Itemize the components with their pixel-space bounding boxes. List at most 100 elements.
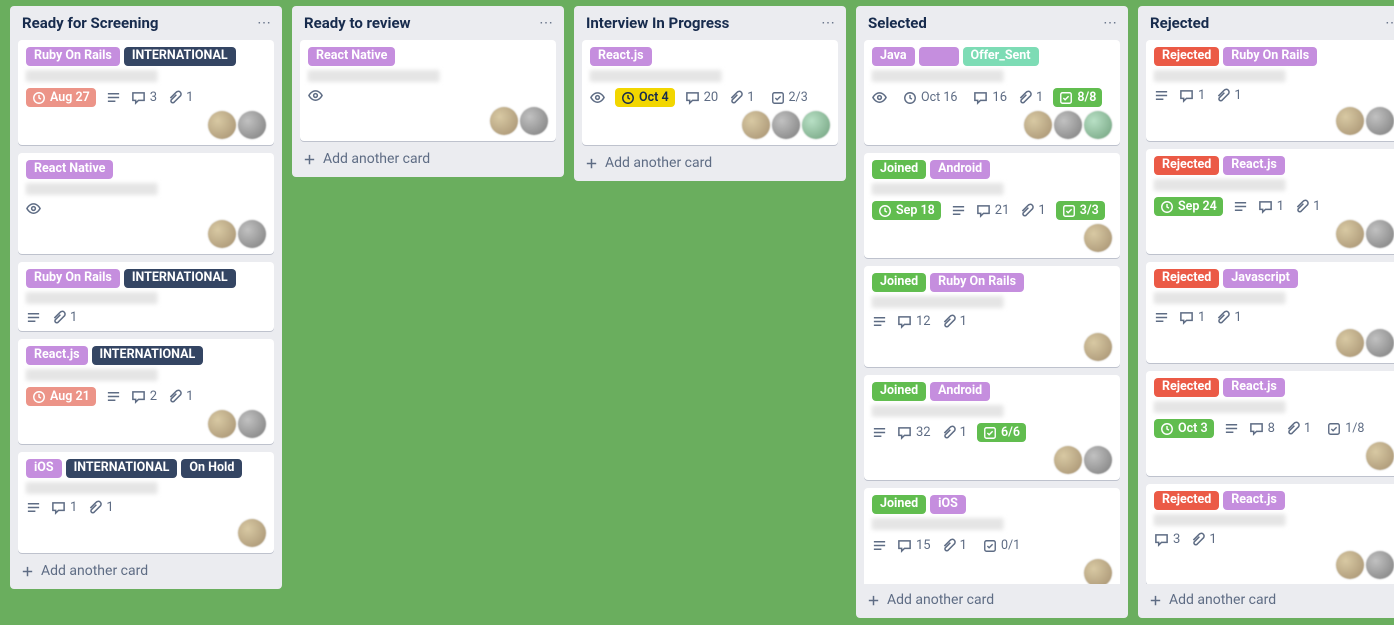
avatar[interactable] <box>1024 111 1052 139</box>
avatar[interactable] <box>1054 111 1082 139</box>
due-date-badge[interactable]: Aug 21 <box>26 387 96 406</box>
card-label[interactable]: Joined <box>872 495 926 514</box>
due-date-badge[interactable]: Oct 16 <box>897 88 963 107</box>
avatar[interactable] <box>208 220 236 248</box>
card-label[interactable]: Java <box>872 47 915 66</box>
avatar[interactable] <box>772 111 800 139</box>
add-card-button[interactable]: Add another card <box>10 555 282 589</box>
card-label[interactable]: React Native <box>308 47 395 66</box>
add-card-button[interactable]: Add another card <box>856 584 1128 618</box>
avatar[interactable] <box>520 107 548 135</box>
avatar[interactable] <box>742 111 770 139</box>
card-label[interactable]: Joined <box>872 382 926 401</box>
card-label[interactable]: Joined <box>872 160 926 179</box>
card[interactable]: RejectedReact.js Sep 2411 <box>1146 149 1394 254</box>
avatar[interactable] <box>1336 551 1364 579</box>
card-label[interactable]: INTERNATIONAL <box>124 269 236 288</box>
avatar[interactable] <box>1336 107 1364 135</box>
card-label[interactable]: React.js <box>1223 156 1285 175</box>
card-label[interactable]: INTERNATIONAL <box>92 346 204 365</box>
card-label[interactable]: INTERNATIONAL <box>124 47 236 66</box>
avatar[interactable] <box>1084 446 1112 474</box>
due-date-badge[interactable]: Sep 18 <box>872 201 941 220</box>
card[interactable]: Ruby On RailsINTERNATIONAL Aug 2731 <box>18 40 274 145</box>
avatar[interactable] <box>1084 559 1112 584</box>
card-label[interactable]: Rejected <box>1154 156 1219 175</box>
add-card-button[interactable]: Add another card <box>292 143 564 177</box>
card-label[interactable]: Rejected <box>1154 491 1219 510</box>
card-label[interactable]: Ruby On Rails <box>26 47 120 66</box>
card-label[interactable]: React.js <box>1223 491 1285 510</box>
avatar[interactable] <box>238 519 266 547</box>
add-card-button[interactable]: Add another card <box>574 147 846 181</box>
avatar[interactable] <box>1336 220 1364 248</box>
card[interactable]: JoinedRuby On Rails 121 <box>864 266 1120 367</box>
avatar[interactable] <box>802 111 830 139</box>
list-menu-icon[interactable]: ⋯ <box>821 15 836 31</box>
list-menu-icon[interactable]: ⋯ <box>1103 15 1118 31</box>
avatar[interactable] <box>1366 442 1394 470</box>
list-menu-icon[interactable]: ⋯ <box>257 15 272 31</box>
card-label[interactable]: Ruby On Rails <box>930 273 1024 292</box>
list-title[interactable]: Ready for Screening <box>22 14 158 32</box>
card-label[interactable]: Ruby On Rails <box>1223 47 1317 66</box>
avatar[interactable] <box>238 220 266 248</box>
card-label[interactable]: Android <box>930 160 990 179</box>
card-label[interactable]: Android <box>930 382 990 401</box>
due-date-badge[interactable]: Oct 4 <box>615 88 675 107</box>
card-label[interactable]: React Native <box>26 160 113 179</box>
due-date-badge[interactable]: Oct 3 <box>1154 419 1214 438</box>
card[interactable]: RejectedJavascript 11 <box>1146 262 1394 363</box>
avatar[interactable] <box>238 410 266 438</box>
card-label[interactable]: Rejected <box>1154 269 1219 288</box>
card[interactable]: RejectedReact.js Oct 3811/8 <box>1146 371 1394 476</box>
avatar[interactable] <box>208 410 236 438</box>
list-title[interactable]: Ready to review <box>304 14 411 32</box>
card-label[interactable]: React.js <box>590 47 652 66</box>
card-label[interactable]: Rejected <box>1154 47 1219 66</box>
card-label[interactable]: INTERNATIONAL <box>66 459 178 478</box>
list-title[interactable]: Selected <box>868 14 927 32</box>
card-label[interactable]: iOS <box>26 459 62 478</box>
due-date-badge[interactable]: Aug 27 <box>26 88 96 107</box>
list-menu-icon[interactable]: ⋯ <box>539 15 554 31</box>
card[interactable]: JoinedAndroid 3216/6 <box>864 375 1120 480</box>
card[interactable]: Ruby On RailsINTERNATIONAL 1 <box>18 262 274 331</box>
avatar[interactable] <box>1084 333 1112 361</box>
card-label[interactable]: React.js <box>1223 378 1285 397</box>
card[interactable]: JoinedAndroid Sep 182113/3 <box>864 153 1120 258</box>
avatar[interactable] <box>1366 329 1394 357</box>
due-date-badge[interactable]: Sep 24 <box>1154 197 1223 216</box>
card[interactable]: React Native <box>18 153 274 254</box>
avatar[interactable] <box>490 107 518 135</box>
avatar[interactable] <box>1336 329 1364 357</box>
card-label[interactable] <box>919 47 959 66</box>
card[interactable]: JavaOffer_Sent Oct 161618/8 <box>864 40 1120 145</box>
card-label[interactable]: Joined <box>872 273 926 292</box>
avatar[interactable] <box>1366 107 1394 135</box>
avatar[interactable] <box>208 111 236 139</box>
card-label[interactable]: Offer_Sent <box>963 47 1039 66</box>
avatar[interactable] <box>1084 224 1112 252</box>
list-menu-icon[interactable]: ⋯ <box>1385 15 1394 31</box>
card[interactable]: iOSINTERNATIONALOn Hold 11 <box>18 452 274 553</box>
avatar[interactable] <box>1054 446 1082 474</box>
card-label[interactable]: Rejected <box>1154 378 1219 397</box>
avatar[interactable] <box>1366 220 1394 248</box>
card-label[interactable]: On Hold <box>181 459 242 478</box>
avatar[interactable] <box>238 111 266 139</box>
card[interactable]: React.js Oct 42012/3 <box>582 40 838 145</box>
add-card-button[interactable]: Add another card <box>1138 584 1394 618</box>
card[interactable]: RejectedReact.js 31 <box>1146 484 1394 584</box>
card-label[interactable]: React.js <box>26 346 88 365</box>
card[interactable]: React Native <box>300 40 556 141</box>
card-label[interactable]: iOS <box>930 495 966 514</box>
avatar[interactable] <box>1084 111 1112 139</box>
card[interactable]: RejectedRuby On Rails 11 <box>1146 40 1394 141</box>
card-label[interactable]: Ruby On Rails <box>26 269 120 288</box>
list-title[interactable]: Rejected <box>1150 14 1209 32</box>
card-label[interactable]: Javascript <box>1223 269 1298 288</box>
board[interactable]: Ready for Screening ⋯ Ruby On RailsINTER… <box>0 0 1394 625</box>
avatar[interactable] <box>1366 551 1394 579</box>
card[interactable]: JoinediOS 1510/1 <box>864 488 1120 584</box>
